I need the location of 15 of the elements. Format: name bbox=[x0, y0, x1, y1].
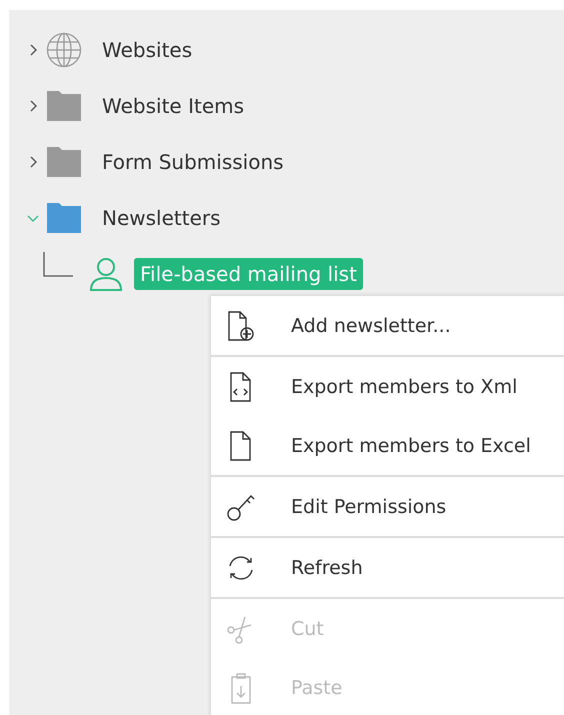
folder-icon bbox=[46, 200, 82, 236]
folder-icon bbox=[46, 88, 82, 124]
menu-item[interactable]: Export members to Excel bbox=[211, 416, 564, 475]
tree-item[interactable]: Newsletters bbox=[96, 202, 227, 234]
person-icon bbox=[88, 256, 124, 292]
tree-item[interactable]: Form Submissions bbox=[96, 146, 290, 178]
menu-item[interactable]: Export members to Xml bbox=[211, 357, 564, 416]
menu-item[interactable]: Edit Permissions bbox=[211, 477, 564, 536]
folder-icon bbox=[46, 144, 82, 180]
menu-item[interactable]: Add newsletter... bbox=[211, 296, 564, 355]
globe-icon bbox=[46, 32, 82, 68]
tree-connector-line bbox=[43, 252, 73, 278]
tree-item[interactable]: Websites bbox=[96, 34, 198, 66]
menu-item[interactable]: Refresh bbox=[211, 538, 564, 597]
tree-item[interactable]: Website Items bbox=[96, 90, 250, 122]
